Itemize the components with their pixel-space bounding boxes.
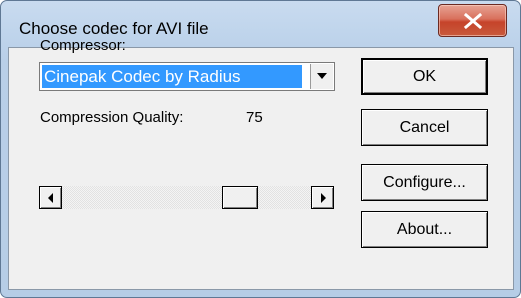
configure-button[interactable]: Configure... xyxy=(361,164,488,201)
cancel-button[interactable]: Cancel xyxy=(361,109,488,146)
window-title: Choose codec for AVI file xyxy=(19,19,209,38)
slider-thumb[interactable] xyxy=(222,186,258,209)
slider-track[interactable] xyxy=(62,186,311,209)
about-button[interactable]: About... xyxy=(361,211,488,248)
slider-left-button[interactable] xyxy=(39,186,62,209)
ok-button[interactable]: OK xyxy=(361,58,488,95)
compression-quality-value: 75 xyxy=(246,109,263,126)
close-icon xyxy=(463,13,483,29)
close-button[interactable] xyxy=(438,4,507,37)
dropdown-button[interactable] xyxy=(310,64,333,89)
arrow-right-icon xyxy=(321,193,326,203)
compressor-dropdown[interactable]: Cinepak Codec by Radius xyxy=(39,62,335,91)
arrow-left-icon xyxy=(48,193,53,203)
chevron-down-icon xyxy=(317,73,327,79)
quality-slider[interactable] xyxy=(39,186,334,209)
slider-right-button[interactable] xyxy=(311,186,334,209)
compressor-selected-value: Cinepak Codec by Radius xyxy=(42,65,302,88)
compression-quality-label: Compression Quality: xyxy=(40,109,184,126)
compressor-label: Compressor: xyxy=(40,37,126,54)
